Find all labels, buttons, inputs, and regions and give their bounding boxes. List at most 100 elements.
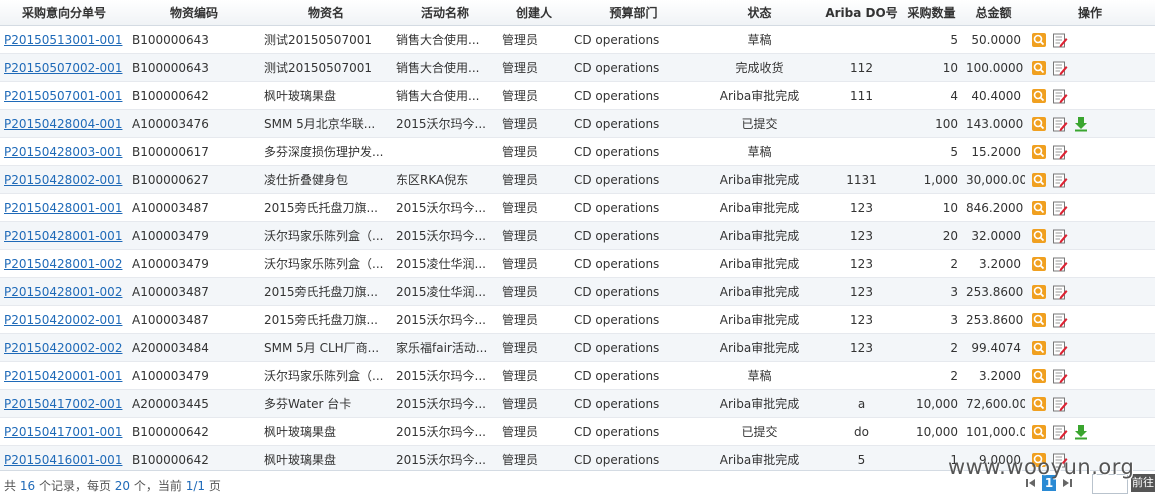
table-row[interactable]: P20150428001-002 A100003479 沃尔玛家乐陈列盒（... 20…: [0, 249, 1155, 278]
cell-code: P20150428001-002: [0, 277, 128, 306]
edit-icon[interactable]: [1052, 424, 1068, 440]
table-row[interactable]: P20150420002-001 A100003487 2015旁氏托盘刀旗... 2…: [0, 305, 1155, 334]
order-code-link[interactable]: P20150513001-001: [4, 33, 122, 47]
edit-icon[interactable]: [1052, 256, 1068, 272]
edit-icon[interactable]: [1052, 172, 1068, 188]
edit-icon[interactable]: [1052, 32, 1068, 48]
edit-icon[interactable]: [1052, 396, 1068, 412]
cell-activity: 2015沃尔玛今...: [392, 305, 498, 334]
edit-icon[interactable]: [1052, 340, 1068, 356]
order-code-link[interactable]: P20150428001-002: [4, 257, 122, 271]
table-row[interactable]: P20150428001-001 A100003487 2015旁氏托盘刀旗... 2…: [0, 193, 1155, 222]
order-code-link[interactable]: P20150417002-001: [4, 397, 122, 411]
table-row[interactable]: P20150417001-001 B100000642 枫叶玻璃果盘 2015沃尔玛今…: [0, 417, 1155, 446]
table-row[interactable]: P20150420001-001 A100003479 沃尔玛家乐陈列盒（... 20…: [0, 361, 1155, 390]
order-code-link[interactable]: P20150428001-001: [4, 201, 122, 215]
order-code-link[interactable]: P20150507002-001: [4, 61, 122, 75]
order-code-link[interactable]: P20150416001-001: [4, 453, 122, 467]
column-header-creator[interactable]: 创建人: [498, 0, 570, 26]
cell-dept: CD operations: [570, 25, 697, 54]
table-row[interactable]: P20150428001-001 A100003479 沃尔玛家乐陈列盒（... 20…: [0, 221, 1155, 250]
cell-actions: [1025, 53, 1155, 82]
edit-icon[interactable]: [1052, 228, 1068, 244]
search-icon[interactable]: [1031, 144, 1047, 160]
cell-amount: 253.8600: [962, 277, 1025, 306]
search-icon[interactable]: [1031, 368, 1047, 384]
goto-button[interactable]: 前往: [1131, 474, 1155, 492]
column-header-material-code[interactable]: 物资编码: [128, 0, 260, 26]
cell-ariba-do: 112: [822, 53, 901, 82]
cell-status: Ariba审批完成: [697, 333, 822, 362]
cell-material-name: 2015旁氏托盘刀旗...: [260, 277, 392, 306]
purchase-intent-table: 采购意向分单号 物资编码 物资名 活动名称 创建人 预算部门 状态 Ariba …: [0, 0, 1155, 474]
search-icon[interactable]: [1031, 340, 1047, 356]
cell-code: P20150420002-002: [0, 333, 128, 362]
search-icon[interactable]: [1031, 228, 1047, 244]
search-icon[interactable]: [1031, 172, 1047, 188]
search-icon[interactable]: [1031, 256, 1047, 272]
search-icon[interactable]: [1031, 60, 1047, 76]
cell-creator: 管理员: [498, 109, 570, 138]
search-icon[interactable]: [1031, 88, 1047, 104]
table-row[interactable]: P20150428001-002 A100003487 2015旁氏托盘刀旗... 2…: [0, 277, 1155, 306]
search-icon[interactable]: [1031, 424, 1047, 440]
download-icon[interactable]: [1073, 424, 1089, 440]
search-icon[interactable]: [1031, 396, 1047, 412]
cell-material-name: 凌仕折叠健身包: [260, 165, 392, 194]
table-row[interactable]: P20150428003-001 B100000617 多芬深度损伤理护发... 管理…: [0, 137, 1155, 166]
edit-icon[interactable]: [1052, 284, 1068, 300]
cell-activity: 2015沃尔玛今...: [392, 193, 498, 222]
order-code-link[interactable]: P20150428004-001: [4, 117, 122, 131]
edit-icon[interactable]: [1052, 312, 1068, 328]
column-header-status[interactable]: 状态: [697, 0, 822, 26]
table-row[interactable]: P20150513001-001 B100000643 测试20150507001 销…: [0, 25, 1155, 54]
table-row[interactable]: P20150428002-001 B100000627 凌仕折叠健身包 东区RKA倪东…: [0, 165, 1155, 194]
order-code-link[interactable]: P20150428003-001: [4, 145, 122, 159]
column-header-qty[interactable]: 采购数量: [901, 0, 962, 26]
column-header-dept[interactable]: 预算部门: [570, 0, 697, 26]
cell-dept: CD operations: [570, 109, 697, 138]
search-icon[interactable]: [1031, 200, 1047, 216]
column-header-ariba-do[interactable]: Ariba DO号: [822, 0, 901, 26]
total-records: 16: [19, 479, 36, 493]
column-header-activity[interactable]: 活动名称: [392, 0, 498, 26]
edit-icon[interactable]: [1052, 368, 1068, 384]
search-icon[interactable]: [1031, 32, 1047, 48]
cell-dept: CD operations: [570, 389, 697, 418]
cell-actions: [1025, 305, 1155, 334]
table-row[interactable]: P20150417002-001 A200003445 多芬Water 台卡 2015…: [0, 389, 1155, 418]
order-code-link[interactable]: P20150420001-001: [4, 369, 122, 383]
cell-status: Ariba审批完成: [697, 249, 822, 278]
cell-ariba-do: 111: [822, 81, 901, 110]
column-header-amount[interactable]: 总金额: [962, 0, 1025, 26]
edit-icon[interactable]: [1052, 116, 1068, 132]
cell-material-code: A100003487: [128, 277, 260, 306]
table-row[interactable]: P20150507001-001 B100000642 枫叶玻璃果盘 销售大合使用..…: [0, 81, 1155, 110]
order-code-link[interactable]: P20150428001-002: [4, 285, 122, 299]
cell-actions: [1025, 333, 1155, 362]
order-code-link[interactable]: P20150428002-001: [4, 173, 122, 187]
search-icon[interactable]: [1031, 116, 1047, 132]
order-code-link[interactable]: P20150428001-001: [4, 229, 122, 243]
search-icon[interactable]: [1031, 284, 1047, 300]
cell-material-code: B100000643: [128, 53, 260, 82]
cell-creator: 管理员: [498, 137, 570, 166]
edit-icon[interactable]: [1052, 60, 1068, 76]
edit-icon[interactable]: [1052, 144, 1068, 160]
download-icon[interactable]: [1073, 116, 1089, 132]
column-header-code[interactable]: 采购意向分单号: [0, 0, 128, 26]
table-row[interactable]: P20150507002-001 B100000643 测试20150507001 销…: [0, 53, 1155, 82]
cell-material-name: 枫叶玻璃果盘: [260, 417, 392, 446]
order-code-link[interactable]: P20150420002-002: [4, 341, 122, 355]
order-code-link[interactable]: P20150417001-001: [4, 425, 122, 439]
table-row[interactable]: P20150428004-001 A100003476 SMM 5月北京华联... 2…: [0, 109, 1155, 138]
cell-activity: 销售大合使用...: [392, 53, 498, 82]
search-icon[interactable]: [1031, 312, 1047, 328]
column-header-material-name[interactable]: 物资名: [260, 0, 392, 26]
order-code-link[interactable]: P20150420002-001: [4, 313, 122, 327]
edit-icon[interactable]: [1052, 88, 1068, 104]
cell-qty: 100: [901, 109, 962, 138]
table-row[interactable]: P20150420002-002 A200003484 SMM 5月 CLH厂商..…: [0, 333, 1155, 362]
order-code-link[interactable]: P20150507001-001: [4, 89, 122, 103]
edit-icon[interactable]: [1052, 200, 1068, 216]
